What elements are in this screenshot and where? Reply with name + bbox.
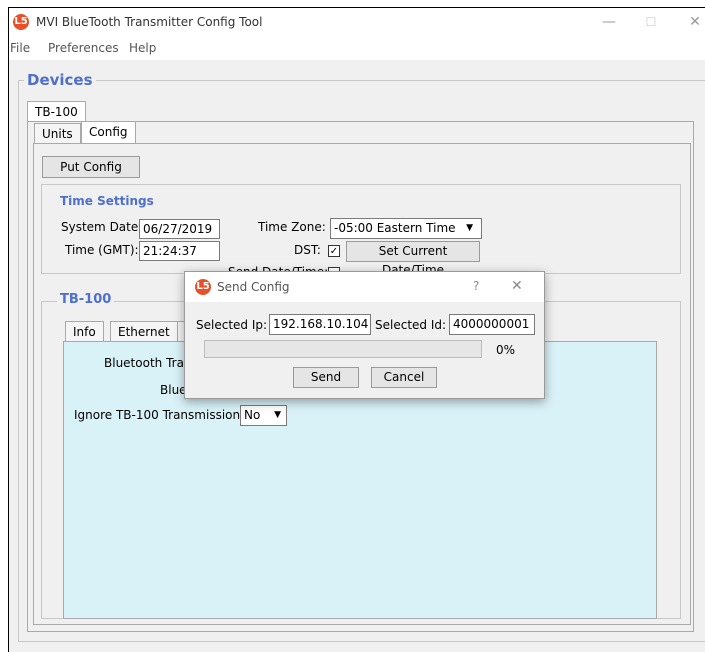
window-title: MVI BlueTooth Transmitter Config Tool [36, 15, 263, 29]
selected-id-field[interactable]: 4000000001 [449, 314, 535, 335]
tab-ethernet[interactable]: Ethernet [110, 321, 178, 342]
blue-label: Blue [160, 383, 187, 397]
tab-units[interactable]: Units [34, 123, 81, 144]
tab-device-tb100[interactable]: TB-100 [27, 101, 86, 122]
chevron-down-icon: ▼ [274, 410, 281, 420]
tb100-legend: TB-100 [57, 292, 115, 307]
selected-ip-label: Selected Ip: [196, 318, 268, 332]
dst-checkbox[interactable]: ✓ [328, 245, 340, 257]
bluetooth-tran-label: Bluetooth Tran [104, 356, 192, 370]
progress-percent: 0% [496, 343, 516, 357]
send-config-dialog: L5 Send Config ? ✕ Selected Ip: 192.168.… [184, 271, 545, 399]
app-logo-icon: L5 [13, 14, 29, 30]
menu-help[interactable]: Help [129, 41, 156, 55]
time-zone-select[interactable]: -05:00 Eastern Time ▼ [330, 218, 482, 239]
time-settings-legend: Time Settings [57, 194, 157, 208]
devices-legend: Devices [24, 71, 96, 89]
system-date-field[interactable]: 06/27/2019 [139, 219, 220, 239]
time-gmt-field[interactable]: 21:24:37 [139, 241, 220, 261]
tab-config[interactable]: Config [81, 121, 136, 144]
time-zone-value: -05:00 Eastern Time [334, 221, 456, 235]
dialog-title: Send Config [217, 280, 290, 294]
help-icon[interactable]: ? [473, 279, 479, 293]
menu-preferences[interactable]: Preferences [48, 41, 119, 55]
ignore-transmissions-select[interactable]: No ▼ [240, 405, 287, 426]
system-date-label: System Date: [61, 220, 143, 234]
menu-file[interactable]: File [10, 41, 30, 55]
selected-ip-field[interactable]: 192.168.10.104 [269, 314, 371, 335]
tab-info[interactable]: Info [65, 321, 104, 342]
time-zone-label: Time Zone: [258, 220, 326, 234]
send-progress-bar [204, 340, 482, 358]
close-icon[interactable]: ✕ [680, 10, 705, 34]
time-gmt-label: Time (GMT): [65, 243, 139, 257]
cancel-button[interactable]: Cancel [371, 367, 437, 388]
dst-label: DST: [294, 243, 321, 257]
put-config-button[interactable]: Put Config [42, 156, 140, 178]
ignore-transmissions-label: Ignore TB-100 Transmissions: [74, 408, 251, 422]
send-button[interactable]: Send [293, 367, 359, 388]
dialog-app-logo-icon: L5 [195, 279, 211, 295]
minimize-icon[interactable]: — [594, 10, 624, 34]
selected-id-label: Selected Id: [375, 318, 447, 332]
set-current-datetime-button[interactable]: Set Current Date/Time [346, 241, 480, 277]
dialog-close-icon[interactable]: ✕ [511, 278, 523, 294]
maximize-icon[interactable]: ☐ [636, 10, 666, 34]
ignore-transmissions-value: No [244, 408, 261, 422]
chevron-down-icon: ▼ [466, 223, 473, 233]
